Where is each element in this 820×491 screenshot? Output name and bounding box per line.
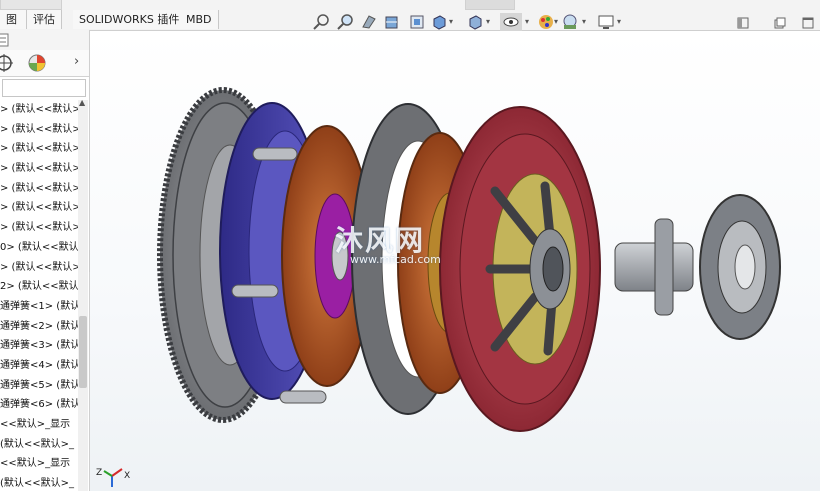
tree-item[interactable]: 2> (默认<<默认> [0, 277, 78, 297]
dynamic-annotation-view-icon[interactable] [408, 13, 426, 31]
chevron-down-icon[interactable]: ▾ [617, 17, 621, 26]
tree-item[interactable]: > (默认<<默认> [0, 120, 78, 140]
tab-strip-top [0, 0, 62, 10]
tree-item[interactable]: 通弹簧<4> (默认 [0, 356, 78, 376]
apply-scene-icon[interactable] [561, 13, 579, 31]
tab-mbd[interactable]: MBD [180, 10, 219, 29]
restore-pane-icon[interactable] [737, 17, 749, 29]
tree-item[interactable]: > (默认<<默认> [0, 159, 78, 179]
tree-item[interactable]: > (默认<<默认> [0, 179, 78, 199]
tree-filter-input[interactable] [2, 79, 86, 97]
tree-item[interactable]: 通弹簧<2> (默认 [0, 317, 78, 337]
view-orientation-icon[interactable] [430, 13, 448, 31]
tree-item[interactable]: > (默认<<默认> [0, 258, 78, 278]
tree-scrollbar[interactable]: ▲ [78, 98, 88, 491]
command-manager-tabs: 图 评估 SOLIDWORKS 插件 MBD ▾ ▾ ▾ ▾ ▾ ▾ [0, 0, 820, 31]
feature-manager-tabs [0, 30, 89, 51]
tab-solidworks-addins[interactable]: SOLIDWORKS 插件 [73, 10, 187, 29]
section-view-icon[interactable] [383, 13, 401, 31]
maximize-icon[interactable] [802, 17, 814, 29]
tree-item[interactable]: (默认<<默认>_ [0, 474, 78, 491]
tab-strip-top-active [465, 0, 515, 10]
chevron-down-icon[interactable]: ▾ [582, 17, 586, 26]
tree-item[interactable]: (默认<<默认>_ [0, 435, 78, 455]
feature-manager-icon-row: › [0, 50, 89, 77]
scroll-up-icon[interactable]: ▲ [79, 98, 85, 107]
tree-item[interactable]: > (默认<<默认> [0, 139, 78, 159]
triad-z-label: Z [96, 468, 102, 478]
view-settings-icon[interactable] [597, 13, 615, 31]
tile-icon[interactable] [774, 17, 786, 29]
scrollbar-thumb[interactable] [79, 316, 87, 388]
tree-item[interactable]: 0> (默认<<默认> [0, 238, 78, 258]
release-bearing-hub [614, 218, 694, 316]
tree-item[interactable]: 通弹簧<1> (默认 [0, 297, 78, 317]
chevron-right-icon[interactable]: › [74, 54, 79, 69]
tree-item[interactable]: 通弹簧<6> (默认 [0, 395, 78, 415]
tree-item[interactable]: 通弹簧<5> (默认 [0, 376, 78, 396]
feature-tree: > (默认<<默认> > (默认<<默认> > (默认<<默认> > (默认<<… [0, 100, 78, 491]
tree-item[interactable]: <<默认>_显示 [0, 454, 78, 474]
tab-evaluate[interactable]: 评估 [27, 10, 62, 29]
chevron-down-icon[interactable]: ▾ [525, 17, 529, 26]
previous-view-icon[interactable] [360, 13, 378, 31]
property-manager-icon[interactable] [0, 33, 10, 47]
feature-manager-panel: › > (默认<<默认> > (默认<<默认> > (默认<<默认> > (默认… [0, 30, 90, 491]
coordinate-triad: Z X [96, 468, 130, 487]
tree-item[interactable]: > (默认<<默认> [0, 218, 78, 238]
graphics-area[interactable]: Z X 沐风网 www.mfcad.com [90, 31, 820, 491]
zoom-to-fit-icon[interactable] [313, 13, 331, 31]
hide-show-items-icon[interactable] [500, 13, 522, 31]
tree-item[interactable]: 通弹簧<3> (默认 [0, 336, 78, 356]
tab-drawing[interactable]: 图 [0, 10, 27, 29]
clutch-cover [439, 106, 601, 432]
dim-xpert-icon[interactable] [0, 53, 14, 73]
triad-x-label: X [124, 471, 130, 481]
clutch-assembly-model: Z X [96, 87, 781, 487]
chevron-down-icon[interactable]: ▾ [554, 17, 558, 26]
tree-item[interactable]: > (默认<<默认> [0, 100, 78, 120]
tree-item[interactable]: > (默认<<默认> [0, 198, 78, 218]
zoom-to-area-icon[interactable] [337, 13, 355, 31]
display-manager-icon[interactable] [27, 53, 47, 73]
watermark-url: www.mfcad.com [350, 253, 441, 266]
tree-item[interactable]: <<默认>_显示 [0, 415, 78, 435]
edit-appearance-icon[interactable] [537, 13, 555, 31]
chevron-down-icon[interactable]: ▾ [486, 17, 490, 26]
chevron-down-icon[interactable]: ▾ [449, 17, 453, 26]
bearing-housing [699, 194, 781, 340]
display-style-icon[interactable] [466, 13, 484, 31]
